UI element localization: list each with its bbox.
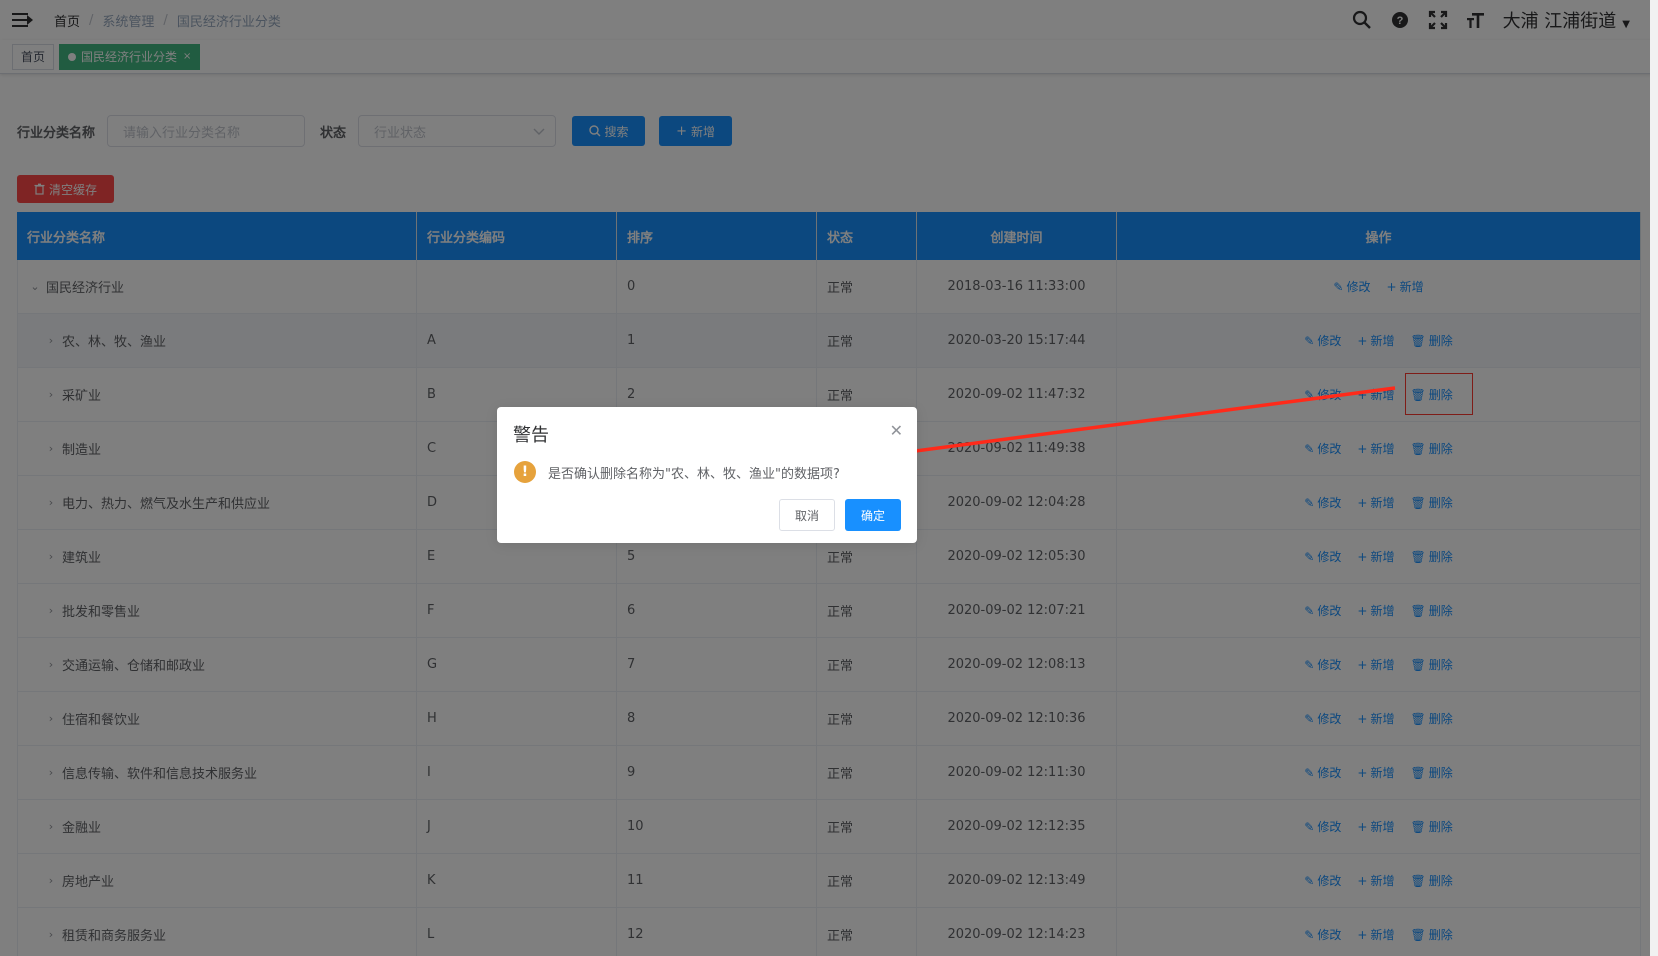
confirm-button[interactable]: 确定 [845,499,901,531]
confirm-dialog: 警告 ✕ ! 是否确认删除名称为"农、林、牧、渔业"的数据项? 取消 确定 [497,407,917,543]
scrollbar[interactable] [1650,0,1658,956]
dialog-message: 是否确认删除名称为"农、林、牧、渔业"的数据项? [548,466,840,482]
close-icon[interactable]: ✕ [890,421,903,440]
warning-icon: ! [514,461,536,483]
dialog-buttons: 取消 确定 [779,499,901,531]
cancel-button[interactable]: 取消 [779,499,835,531]
dialog-body: ! 是否确认删除名称为"农、林、牧、渔业"的数据项? [514,461,840,483]
dialog-title: 警告 [513,425,549,446]
